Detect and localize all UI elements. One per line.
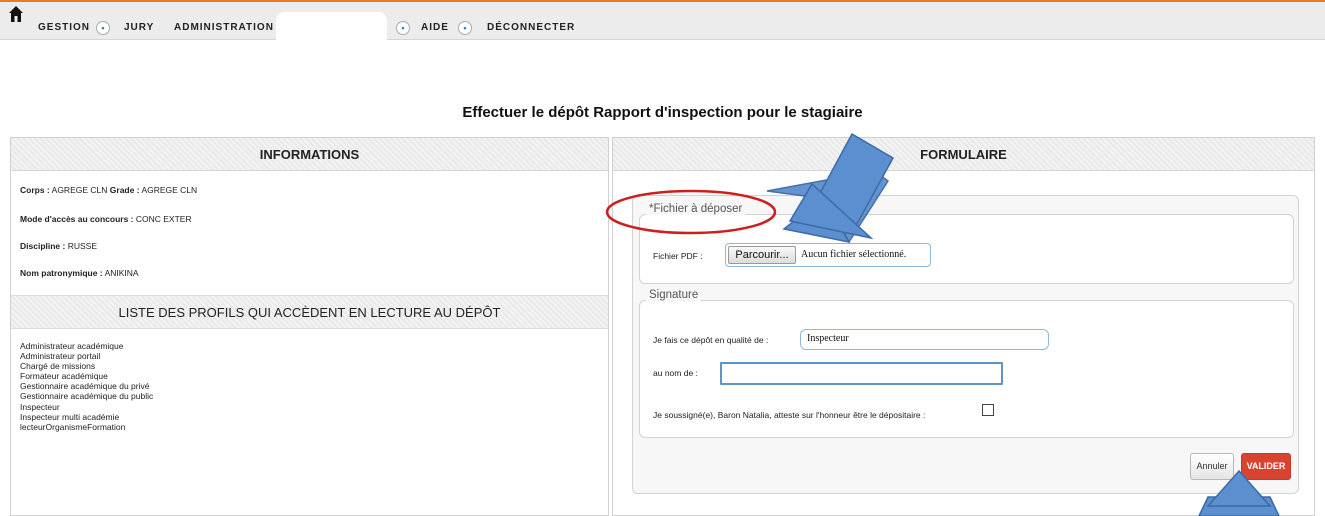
grade-label: Grade : (109, 185, 140, 195)
informations-panel: INFORMATIONS Corps : AGREGE CLN Grade : … (10, 137, 609, 516)
deposit-form: *Fichier à déposer Fichier PDF : Parcour… (632, 195, 1299, 494)
active-menu-tab[interactable] (276, 12, 387, 42)
cancel-button[interactable]: Annuler (1190, 453, 1234, 480)
attest-checkbox[interactable] (982, 404, 994, 416)
attest-label: Je soussigné(e), Baron Natalia, atteste … (653, 410, 926, 420)
profile-item: Gestionnaire académique du public (20, 391, 154, 402)
nav-item-deconnecter[interactable]: DÉCONNECTER (487, 22, 575, 34)
profile-item: lecteurOrganismeFormation (20, 421, 126, 432)
formulaire-header: FORMULAIRE (613, 138, 1314, 171)
nav-dropdown-aide-icon[interactable]: • (458, 21, 472, 35)
profiles-header: LISTE DES PROFILS QUI ACCÈDENT EN LECTUR… (11, 295, 608, 329)
quality-label: Je fais ce dépôt en qualité de : (653, 335, 769, 345)
grade-value: AGREGE CLN (141, 185, 198, 195)
file-pdf-label: Fichier PDF : (653, 251, 703, 261)
nav-item-jury[interactable]: JURY (124, 22, 154, 34)
profile-item: Gestionnaire académique du privé (20, 381, 150, 392)
browse-button[interactable]: Parcourir... (728, 246, 796, 264)
mode-acces-value: CONC EXTER (135, 214, 192, 224)
profile-item: Administrateur académique (20, 341, 124, 351)
profile-item: Chargé de missions (20, 361, 96, 372)
on-behalf-input[interactable] (720, 362, 1003, 385)
nav-item-gestion[interactable]: GESTION (38, 22, 90, 34)
profile-item: Administrateur portail (20, 351, 101, 362)
profile-item: Formateur académique (20, 371, 108, 382)
corps-label: Corps : (20, 185, 50, 195)
nav-item-administration[interactable]: ADMINISTRATION (174, 22, 274, 34)
profile-item: Inspecteur (20, 401, 60, 412)
app-root: GESTION • JURY ADMINISTRATION • AIDE • D… (0, 0, 1325, 516)
file-fieldset-legend: *Fichier à déposer (646, 203, 746, 215)
page-title: Effectuer le dépôt Rapport d'inspection … (462, 104, 863, 121)
discipline-label: Discipline : (20, 241, 66, 251)
signature-fieldset-legend: Signature (646, 289, 702, 301)
on-behalf-label: au nom de : (653, 368, 698, 378)
info-mode-acces: Mode d'accès au concours : CONC EXTER (20, 214, 192, 224)
nav-item-aide[interactable]: AIDE (421, 22, 449, 34)
formulaire-panel: FORMULAIRE *Fichier à déposer Fichier PD… (612, 137, 1315, 516)
signature-fieldset: Signature Je fais ce dépôt en qualité de… (639, 289, 1294, 438)
profile-item: Inspecteur multi académie (20, 411, 120, 422)
mode-acces-label: Mode d'accès au concours : (20, 214, 134, 224)
file-fieldset: *Fichier à déposer Fichier PDF : Parcour… (639, 203, 1294, 284)
info-corps-grade: Corps : AGREGE CLN Grade : AGREGE CLN (20, 185, 197, 195)
file-pdf-input[interactable]: Parcourir... Aucun fichier sélectionné. (725, 243, 931, 267)
nom-patronymique-label: Nom patronymique : (20, 268, 103, 278)
nav-dropdown-gestion-icon[interactable]: • (96, 21, 110, 35)
quality-input[interactable]: Inspecteur (800, 329, 1049, 350)
submit-button[interactable]: VALIDER (1241, 453, 1291, 480)
home-icon[interactable] (9, 6, 23, 22)
informations-header: INFORMATIONS (11, 138, 608, 171)
info-discipline: Discipline : RUSSE (20, 241, 97, 251)
top-navigation-bar: GESTION • JURY ADMINISTRATION • AIDE • D… (0, 0, 1325, 42)
discipline-value: RUSSE (67, 241, 98, 251)
corps-value: AGREGE CLN (51, 185, 108, 195)
info-nom-patronymique: Nom patronymique : ANIKINA (20, 268, 139, 278)
nav-dropdown-menu-icon[interactable]: • (396, 21, 410, 35)
file-status-text: Aucun fichier sélectionné. (801, 249, 907, 260)
profiles-list: Administrateur académique Administrateur… (20, 341, 153, 432)
nom-patronymique-value: ANIKINA (104, 268, 139, 278)
